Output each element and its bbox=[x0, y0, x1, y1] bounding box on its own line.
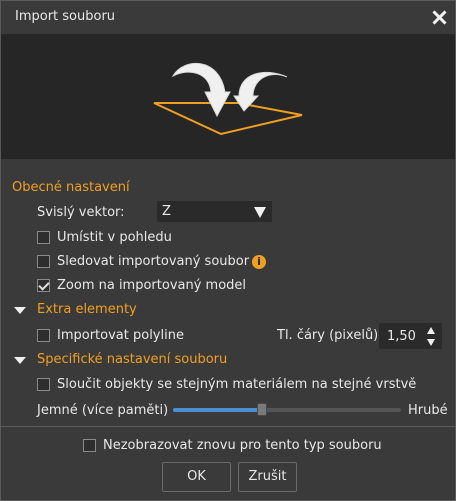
slider-left-label: Jemné (více paměti) bbox=[37, 403, 169, 418]
import-polyline-label: Importovat polyline bbox=[57, 328, 184, 343]
slider-handle[interactable] bbox=[257, 403, 267, 416]
dont-show-again-label: Nezobrazovat znovu pro tento typ souboru bbox=[103, 438, 382, 453]
info-icon[interactable]: i bbox=[252, 255, 266, 269]
track-file-label: Sledovat importovaný soubor bbox=[57, 254, 250, 269]
zoom-checkbox[interactable] bbox=[37, 279, 50, 292]
vertical-vector-label: Svislý vektor: bbox=[37, 205, 125, 220]
merge-objects-label: Sloučit objekty se stejným materiálem na… bbox=[57, 377, 417, 392]
detail-slider[interactable] bbox=[173, 403, 401, 416]
stepper-down-icon[interactable] bbox=[427, 339, 435, 346]
vertical-vector-dropdown[interactable]: Z bbox=[157, 201, 272, 222]
import-preview bbox=[1, 34, 455, 159]
title-bar: Import souboru bbox=[1, 1, 455, 34]
track-file-checkbox[interactable] bbox=[37, 255, 50, 268]
import-arrows-icon bbox=[153, 62, 303, 136]
slider-fill bbox=[173, 408, 262, 412]
zoom-label: Zoom na importovaný model bbox=[57, 278, 247, 293]
collapse-specific-icon[interactable] bbox=[14, 357, 26, 364]
place-in-view-label: Umístit v pohledu bbox=[57, 230, 172, 245]
chevron-down-icon bbox=[254, 207, 266, 218]
line-thickness-label: Tl. čáry (pixelů) bbox=[277, 328, 379, 343]
footer-separator bbox=[1, 426, 455, 427]
collapse-extra-icon[interactable] bbox=[14, 307, 26, 314]
section-extra[interactable]: Extra elementy bbox=[37, 302, 137, 317]
vertical-vector-value: Z bbox=[162, 204, 171, 219]
slider-right-label: Hrubé bbox=[408, 403, 448, 418]
stepper-up-icon[interactable] bbox=[427, 327, 435, 334]
merge-objects-checkbox[interactable] bbox=[37, 378, 50, 391]
dialog-title: Import souboru bbox=[15, 9, 116, 24]
import-dialog: Import souboru Obecné nastavení Svislý v… bbox=[0, 0, 456, 501]
section-general: Obecné nastavení bbox=[12, 180, 130, 195]
line-thickness-value: 1,50 bbox=[387, 329, 416, 344]
cancel-button[interactable]: Zrušit bbox=[238, 462, 297, 492]
place-in-view-checkbox[interactable] bbox=[37, 231, 50, 244]
close-icon[interactable] bbox=[429, 6, 451, 28]
section-specific[interactable]: Specifické nastavení souboru bbox=[37, 352, 227, 367]
dont-show-again-checkbox[interactable] bbox=[83, 439, 96, 452]
line-thickness-stepper[interactable]: 1,50 bbox=[379, 323, 442, 349]
import-polyline-checkbox[interactable] bbox=[37, 329, 50, 342]
ok-button[interactable]: OK bbox=[162, 462, 231, 492]
